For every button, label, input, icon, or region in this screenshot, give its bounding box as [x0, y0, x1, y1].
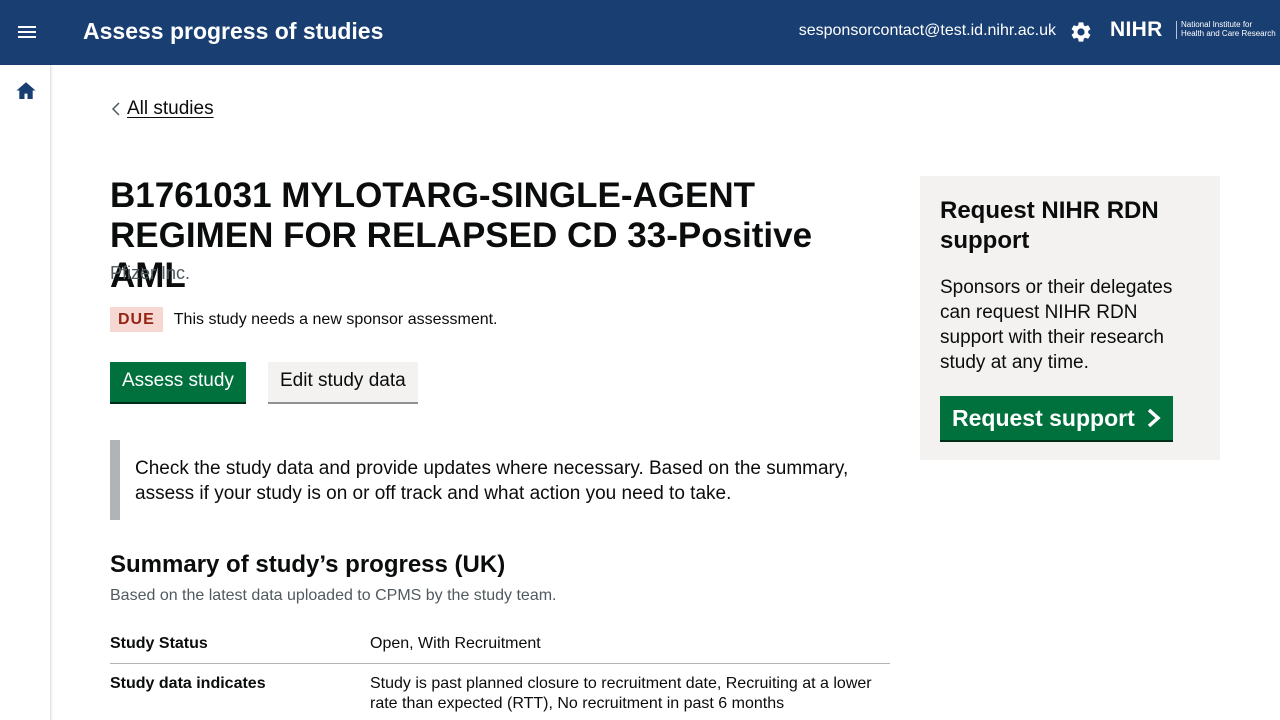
logo-sub-line1: National Institute for [1181, 20, 1253, 29]
hamburger-menu-icon[interactable] [14, 21, 40, 45]
request-support-panel: Request NIHR RDN support Sponsors or the… [920, 176, 1220, 460]
top-header: Assess progress of studies sesponsorcont… [0, 0, 1280, 65]
status-message: This study needs a new sponsor assessmen… [173, 310, 498, 328]
summary-heading: Summary of study’s progress (UK) [110, 551, 506, 578]
request-support-button[interactable]: Request support [940, 396, 1173, 440]
edit-study-data-button[interactable]: Edit study data [268, 362, 418, 402]
app-title: Assess progress of studies [83, 18, 384, 44]
summary-key: Study data indicates [110, 675, 266, 692]
gear-icon[interactable] [1069, 20, 1093, 44]
summary-list: Study Status Open, With Recruitment Stud… [110, 624, 890, 720]
inset-guidance-text: Check the study data and provide updates… [110, 440, 890, 520]
summary-value: Open, With Recruitment [370, 635, 541, 652]
logo-subtitle: National Institute for Health and Care R… [1181, 20, 1276, 38]
logo-word: NIHR [1110, 18, 1163, 41]
page-title: B1761031 MYLOTARG-SINGLE-AGENT REGIMEN F… [110, 176, 813, 295]
summary-subheading: Based on the latest data uploaded to CPM… [110, 587, 557, 604]
request-support-body: Sponsors or their delegates can request … [940, 277, 1173, 373]
back-link-label[interactable]: All studies [127, 98, 214, 120]
summary-key: Study Status [110, 635, 208, 652]
sponsor-name: Pfizer Inc. [110, 263, 191, 283]
summary-value: Study is past planned closure to recruit… [370, 675, 872, 712]
summary-row-study-data-indicates: Study data indicates Study is past plann… [110, 664, 890, 720]
summary-row-study-status: Study Status Open, With Recruitment [110, 624, 890, 664]
request-support-heading: Request NIHR RDN support [940, 197, 1159, 254]
home-icon[interactable] [14, 79, 38, 103]
back-link-all-studies[interactable]: All studies [110, 97, 214, 121]
user-email: sesponsorcontact@test.id.nihr.ac.uk [798, 22, 1056, 39]
assessment-status: DUE This study needs a new sponsor asses… [110, 307, 498, 332]
side-navigation [0, 65, 51, 720]
assess-study-button[interactable]: Assess study [110, 362, 246, 402]
chevron-right-icon [1147, 408, 1161, 428]
chevron-left-icon [111, 102, 120, 116]
status-badge: DUE [110, 307, 163, 332]
nihr-logo: NIHR National Institute for Health and C… [1110, 18, 1276, 44]
logo-divider [1176, 21, 1177, 39]
logo-sub-line2: Health and Care Research [1181, 29, 1276, 38]
request-support-label: Request support [952, 404, 1135, 431]
